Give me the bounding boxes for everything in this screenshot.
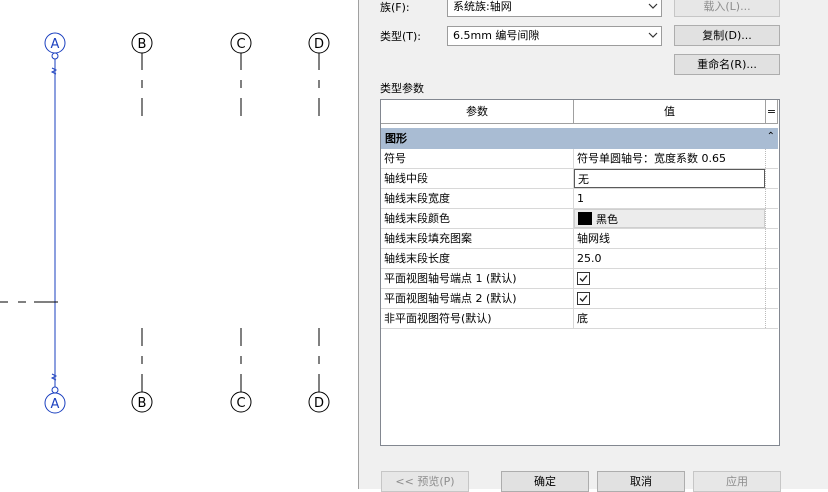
formula-cell (765, 249, 779, 268)
param-name: 轴线末段填充图案 (381, 229, 574, 248)
param-name: 轴线中段 (381, 169, 574, 188)
formula-cell (765, 289, 779, 308)
param-value[interactable]: 底 (574, 309, 765, 328)
type-dropdown[interactable]: 6.5mm 编号间隙 (447, 26, 662, 46)
type-value: 6.5mm 编号间隙 (453, 29, 540, 42)
param-name: 符号 (381, 149, 574, 168)
chevron-down-icon (648, 32, 658, 38)
grid-line-a[interactable] (44, 32, 66, 414)
drawing-canvas[interactable]: A A B B C C D D (0, 0, 358, 489)
param-name: 轴线末段长度 (381, 249, 574, 268)
param-name: 平面视图轴号端点 2 (默认) (381, 289, 574, 308)
bubble-d-top: D (314, 37, 324, 52)
param-value[interactable]: 25.0 (574, 249, 765, 268)
formula-cell (765, 169, 779, 188)
table-row[interactable]: 符号 符号单圆轴号：宽度系数 0.65 (381, 149, 778, 169)
family-value: 系统族:轴网 (453, 0, 512, 13)
table-row[interactable]: 非平面视图符号(默认) 底 (381, 309, 778, 329)
checkbox-end2[interactable] (577, 292, 590, 305)
table-row[interactable]: 平面视图轴号端点 1 (默认) (381, 269, 778, 289)
type-params-table: 参数 值 = 图形 ⌃ 符号 符号单圆轴号：宽度系数 0.65 轴线中段 无 轴… (380, 99, 780, 446)
formula-cell (765, 309, 779, 328)
table-row[interactable]: 轴线末段填充图案 轴网线 (381, 229, 778, 249)
color-name: 黑色 (596, 213, 618, 226)
bubble-b-top: B (138, 37, 147, 52)
chevron-down-icon (648, 3, 658, 9)
param-name: 非平面视图符号(默认) (381, 309, 574, 328)
color-picker-cell[interactable]: 黑色 (574, 209, 765, 228)
param-value (574, 269, 765, 288)
bubble-d-bottom: D (314, 396, 324, 411)
grid-line-b[interactable] (131, 32, 153, 413)
type-params-label: 类型参数 (380, 82, 424, 95)
checkmark-icon (579, 275, 588, 282)
bubble-b-bottom: B (138, 396, 147, 411)
table-row[interactable]: 轴线末段长度 25.0 (381, 249, 778, 269)
formula-cell (765, 229, 779, 248)
formula-cell (765, 269, 779, 288)
type-properties-dialog: 族(F): 系统族:轴网 载入(L)... 类型(T): 6.5mm 编号间隙 … (358, 0, 828, 492)
checkmark-icon (579, 295, 588, 302)
duplicate-button[interactable]: 复制(D)... (674, 25, 780, 46)
param-name: 平面视图轴号端点 1 (默认) (381, 269, 574, 288)
bubble-c-bottom: C (236, 396, 245, 411)
type-label: 类型(T): (380, 30, 422, 43)
formula-cell (765, 149, 779, 168)
param-value[interactable]: 1 (574, 189, 765, 208)
table-row[interactable]: 轴线末段颜色 黑色 (381, 209, 778, 229)
param-name: 轴线末段颜色 (381, 209, 574, 228)
grid-line-d[interactable] (308, 32, 330, 413)
checkbox-end1[interactable] (577, 272, 590, 285)
param-value (574, 289, 765, 308)
col-header-eq[interactable]: = (766, 100, 778, 124)
bubble-a-top: A (51, 37, 60, 52)
rename-button[interactable]: 重命名(R)... (674, 54, 780, 75)
col-header-value[interactable]: 值 (574, 100, 766, 124)
family-dropdown[interactable]: 系统族:轴网 (447, 0, 662, 17)
param-value-editor[interactable]: 无 (574, 169, 765, 188)
collapse-icon[interactable]: ⌃ (767, 131, 775, 142)
group-header-graphics[interactable]: 图形 ⌃ (381, 128, 778, 149)
bubble-c-top: C (236, 37, 245, 52)
formula-cell (765, 189, 779, 208)
family-label: 族(F): (380, 1, 410, 14)
table-row[interactable]: 平面视图轴号端点 2 (默认) (381, 289, 778, 309)
param-name: 轴线末段宽度 (381, 189, 574, 208)
group-title: 图形 (385, 132, 407, 145)
grid-line-c[interactable] (230, 32, 252, 413)
table-row[interactable]: 轴线中段 无 (381, 169, 778, 189)
param-value[interactable]: 轴网线 (574, 229, 765, 248)
table-row[interactable]: 轴线末段宽度 1 (381, 189, 778, 209)
formula-cell (765, 209, 779, 228)
bubble-a-bottom: A (51, 397, 60, 412)
load-button[interactable]: 载入(L)... (674, 0, 780, 17)
grid-drawing: A A B B C C D D (0, 32, 330, 414)
col-header-param[interactable]: 参数 (381, 100, 574, 124)
color-swatch (578, 212, 592, 225)
param-value[interactable]: 符号单圆轴号：宽度系数 0.65 (574, 149, 765, 168)
